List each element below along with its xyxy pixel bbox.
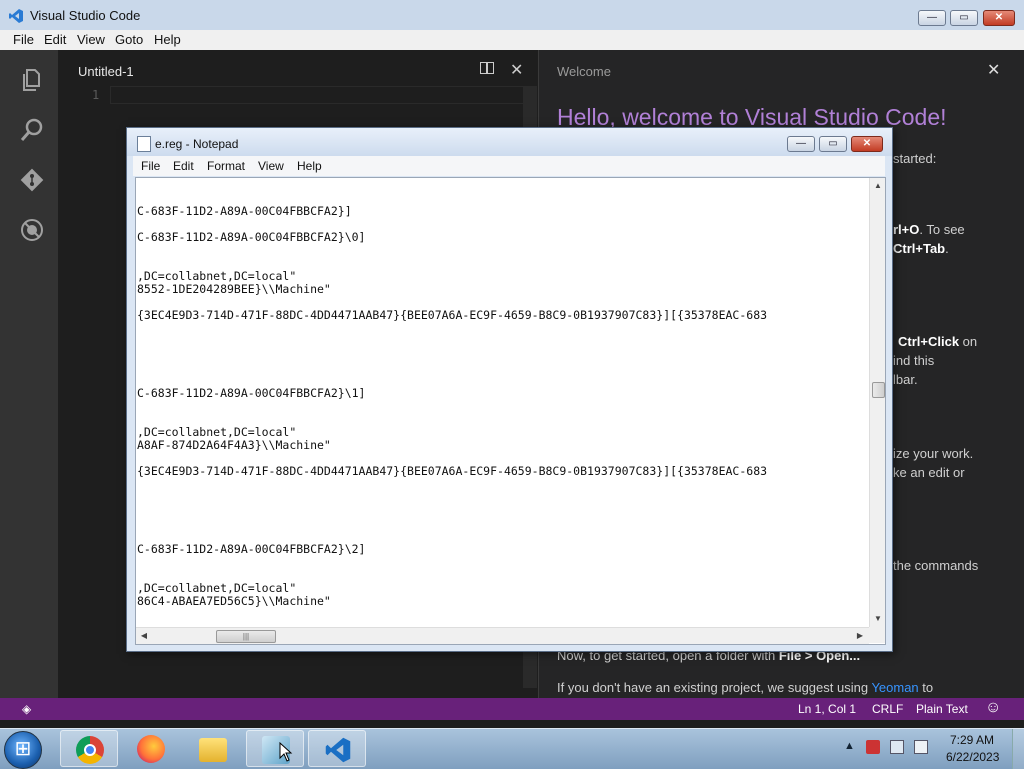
window-title: Visual Studio Code (30, 8, 141, 23)
scroll-up-icon[interactable]: ▲ (870, 178, 885, 194)
git-branch-icon[interactable]: ◈ (22, 702, 31, 716)
welcome-text: ke an edit or (893, 465, 965, 480)
notepad-menubar: File Edit Format View Help (133, 156, 885, 176)
notepad-menu-edit[interactable]: Edit (173, 159, 194, 173)
welcome-text: ind this (893, 353, 935, 368)
vscode-menubar: File Edit View Goto Help (0, 30, 1024, 50)
feedback-smiley-icon[interactable]: ☺ (985, 699, 1001, 717)
notepad-close-button[interactable]: ✕ (851, 136, 883, 152)
taskbar-chrome[interactable] (60, 730, 118, 767)
status-position[interactable]: Ln 1, Col 1 (798, 702, 856, 716)
welcome-text: If you don't have an existing project, w… (557, 680, 934, 695)
status-eol[interactable]: CRLF (872, 702, 903, 716)
text-line: {3EC4E9D3-714D-471F-88DC-4DD4471AAB47}{B… (137, 464, 768, 478)
vscode-logo-icon (9, 9, 23, 23)
notepad-horizontal-scrollbar[interactable]: ◀ ||| ▶ (136, 627, 869, 644)
search-icon[interactable] (18, 116, 46, 144)
text-line: C-683F-11D2-A89A-00C04FBBCFA2}\2] (137, 542, 366, 556)
welcome-text: Ctrl+Click on (898, 334, 978, 349)
status-language[interactable]: Plain Text (916, 702, 968, 716)
notepad-menu-format[interactable]: Format (207, 159, 245, 173)
notepad-window: e.reg - Notepad — ▭ ✕ File Edit Format V… (126, 127, 893, 652)
activity-bar (0, 50, 58, 698)
menu-view[interactable]: View (77, 32, 105, 47)
maximize-button[interactable]: ▭ (950, 10, 978, 26)
split-editor-icon[interactable] (480, 62, 494, 74)
notepad-vertical-scrollbar[interactable]: ▲ ▼ (869, 178, 885, 627)
text-line: 86C4-ABAEA7ED56C5}\\Machine" (137, 594, 331, 608)
firefox-icon (137, 735, 165, 763)
notepad-maximize-button[interactable]: ▭ (819, 136, 847, 152)
scroll-down-icon[interactable]: ▼ (870, 611, 885, 627)
text-line: 8552-1DE204289BEE}\\Machine" (137, 282, 331, 296)
text-line: {3EC4E9D3-714D-471F-88DC-4DD4471AAB47}{B… (137, 308, 768, 322)
notepad-menu-help[interactable]: Help (297, 159, 322, 173)
yeoman-link[interactable]: Yeoman (871, 680, 918, 695)
scroll-right-icon[interactable]: ▶ (852, 628, 868, 644)
mouse-cursor-icon (279, 742, 293, 762)
explorer-files-icon[interactable] (18, 66, 46, 94)
action-center-icon[interactable] (866, 740, 880, 754)
vscode-titlebar (0, 0, 1024, 31)
taskbar-firefox[interactable] (122, 730, 180, 767)
welcome-tab-title[interactable]: Welcome (557, 64, 611, 79)
volume-icon[interactable] (914, 740, 928, 754)
notepad-icon (137, 136, 151, 152)
notepad-title: e.reg - Notepad (155, 137, 239, 151)
vertical-scroll-thumb[interactable] (872, 382, 885, 398)
debug-icon[interactable] (18, 216, 46, 244)
welcome-text: Ctrl+Tab. (893, 241, 949, 256)
line-number: 1 (92, 88, 100, 102)
menu-help[interactable]: Help (154, 32, 181, 47)
menu-edit[interactable]: Edit (44, 32, 66, 47)
taskbar-notepad[interactable] (246, 730, 304, 767)
notepad-titlebar (127, 128, 892, 156)
chrome-icon (76, 736, 104, 764)
text-line: C-683F-11D2-A89A-00C04FBBCFA2}\0] (137, 230, 366, 244)
start-button[interactable] (4, 731, 42, 769)
taskbar-vscode[interactable] (308, 730, 366, 767)
welcome-text: the commands (893, 558, 979, 573)
welcome-text: rl+O. To see (893, 222, 965, 237)
explorer-icon (199, 738, 227, 762)
clock-date[interactable]: 6/22/2023 (946, 750, 999, 764)
welcome-text: ize your work. (893, 446, 974, 461)
notepad-menu-file[interactable]: File (141, 159, 160, 173)
show-desktop-button[interactable] (1012, 729, 1024, 769)
notepad-minimize-button[interactable]: — (787, 136, 815, 152)
git-icon[interactable] (18, 166, 46, 194)
clock-time[interactable]: 7:29 AM (950, 733, 994, 747)
menu-goto[interactable]: Goto (115, 32, 143, 47)
notepad-menu-view[interactable]: View (258, 159, 284, 173)
scroll-left-icon[interactable]: ◀ (136, 628, 152, 644)
vscode-icon (325, 737, 351, 763)
current-line-highlight (110, 86, 527, 104)
close-button[interactable]: ✕ (983, 10, 1015, 26)
welcome-text: lbar. (893, 372, 918, 387)
menu-file[interactable]: File (13, 32, 34, 47)
editor-tab-title[interactable]: Untitled-1 (78, 64, 134, 79)
minimize-button[interactable]: — (918, 10, 946, 26)
taskbar-explorer[interactable] (184, 730, 242, 767)
notepad-text-area[interactable]: C-683F-11D2-A89A-00C04FBBCFA2}] C-683F-1… (135, 177, 886, 645)
text-line: C-683F-11D2-A89A-00C04FBBCFA2}] (137, 204, 352, 218)
tray-overflow-icon[interactable]: ▲ (844, 740, 855, 752)
network-icon[interactable] (890, 740, 904, 754)
text-line: A8AF-874D2A64F4A3}\\Machine" (137, 438, 331, 452)
size-grip[interactable] (869, 627, 885, 643)
welcome-close-icon[interactable]: ✕ (987, 60, 1000, 80)
welcome-text: started: (893, 151, 937, 166)
editor-close-icon[interactable]: ✕ (510, 60, 523, 80)
status-bar: ◈ Ln 1, Col 1 CRLF Plain Text ☺ (0, 698, 1024, 720)
horizontal-scroll-thumb[interactable]: ||| (216, 630, 276, 643)
text-line: C-683F-11D2-A89A-00C04FBBCFA2}\1] (137, 386, 366, 400)
